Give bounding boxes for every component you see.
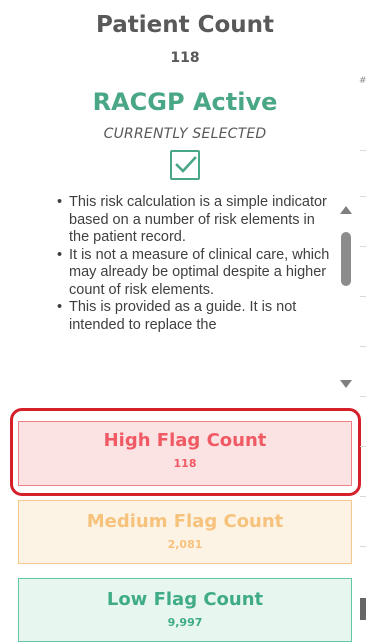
table-row-divider <box>360 346 366 347</box>
table-column-marker: # <box>359 76 366 86</box>
table-row-divider <box>360 396 366 397</box>
selection-highlight-ring <box>10 408 361 496</box>
table-row-divider <box>360 196 366 197</box>
page-title: Patient Count <box>95 12 275 38</box>
scroll-down-arrow-icon[interactable] <box>340 380 352 388</box>
low-flag-value: 9,997 <box>167 616 203 629</box>
medium-flag-label: Medium Flag Count <box>86 511 284 532</box>
checkmark-icon <box>175 156 197 173</box>
low-flag-count-button[interactable]: Low Flag Count 9,997 <box>18 578 352 642</box>
patient-count-value: 118 <box>170 50 200 66</box>
table-row-divider <box>360 546 366 547</box>
table-row-divider <box>360 246 366 247</box>
selection-status: CURRENTLY SELECTED <box>103 126 267 142</box>
table-row-divider <box>360 496 366 497</box>
description-bullet: This is provided as a guide. It is not i… <box>55 299 337 334</box>
medium-flag-count-button[interactable]: Medium Flag Count 2,081 <box>18 500 352 564</box>
selected-checkbox[interactable] <box>170 150 200 180</box>
medium-flag-value: 2,081 <box>167 538 203 551</box>
description-bullet: It is not a measure of clinical care, wh… <box>55 247 337 300</box>
table-row-divider <box>360 296 366 297</box>
selection-name: RACGP Active <box>92 88 278 116</box>
low-flag-label: Low Flag Count <box>106 589 264 610</box>
table-row-marker <box>360 598 366 620</box>
table-row-divider <box>360 150 366 151</box>
table-row-divider <box>360 446 366 447</box>
scroll-up-arrow-icon[interactable] <box>340 206 352 214</box>
risk-description-panel[interactable]: This risk calculation is a simple indica… <box>55 194 337 402</box>
description-bullet: This risk calculation is a simple indica… <box>55 194 337 247</box>
scrollbar-thumb[interactable] <box>341 232 351 286</box>
